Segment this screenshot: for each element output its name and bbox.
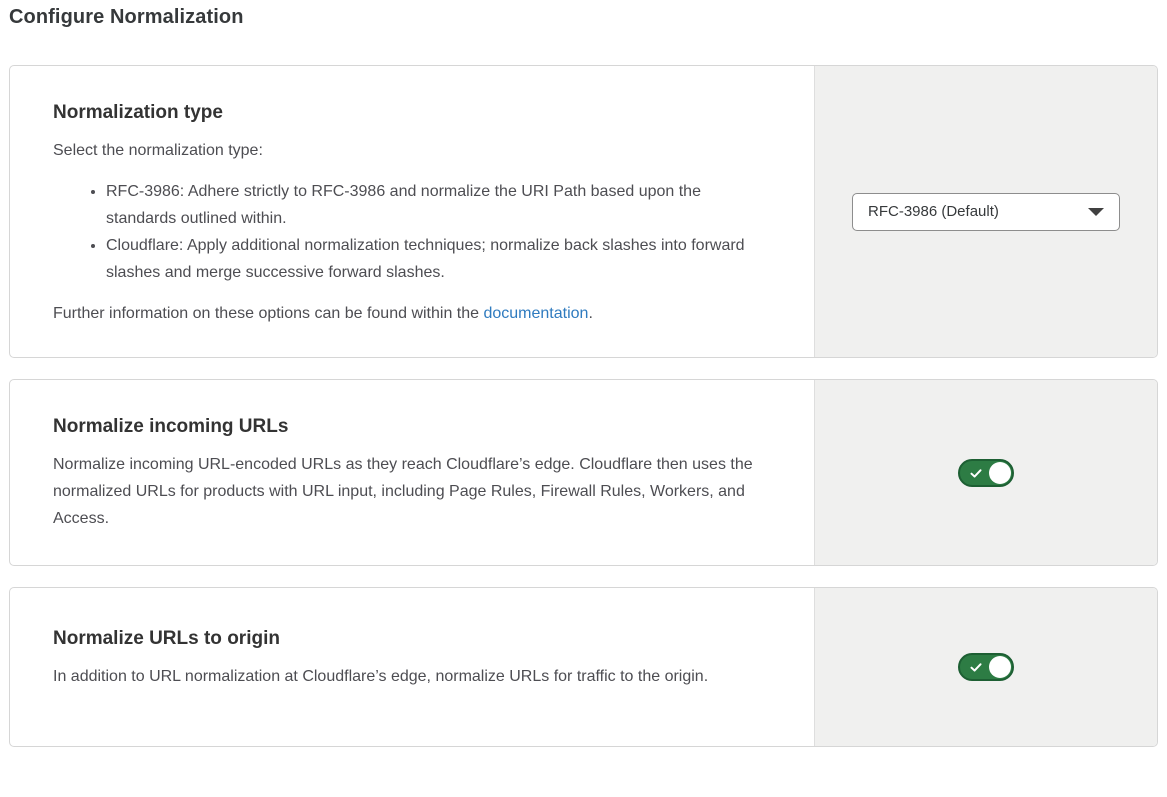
- list-item: Cloudflare: Apply additional normalizati…: [106, 232, 774, 286]
- card-normalize-urls-to-origin-panel: [814, 588, 1157, 746]
- footer-text: Further information on these options can…: [53, 305, 483, 322]
- card-normalize-urls-to-origin: Normalize URLs to origin In addition to …: [9, 587, 1158, 747]
- settings-cards: Normalization type Select the normalizat…: [9, 65, 1158, 747]
- toggle-knob: [989, 656, 1011, 678]
- card-heading: Normalization type: [53, 102, 774, 124]
- card-normalize-incoming-urls: Normalize incoming URLs Normalize incomi…: [9, 379, 1158, 566]
- normalize-urls-to-origin-description: In addition to URL normalization at Clou…: [53, 663, 774, 690]
- card-normalize-urls-to-origin-content: Normalize URLs to origin In addition to …: [10, 588, 814, 746]
- normalization-type-select[interactable]: RFC-3986 (Default): [852, 193, 1120, 231]
- normalization-type-options-list: RFC-3986: Adhere strictly to RFC-3986 an…: [53, 178, 774, 286]
- card-heading: Normalize URLs to origin: [53, 628, 774, 650]
- card-normalization-type-content: Normalization type Select the normalizat…: [10, 66, 814, 357]
- documentation-link[interactable]: documentation: [483, 305, 588, 322]
- check-icon: [970, 469, 982, 478]
- footer-text-suffix: .: [588, 305, 592, 322]
- toggle-knob: [989, 462, 1011, 484]
- normalize-incoming-urls-description: Normalize incoming URL-encoded URLs as t…: [53, 451, 774, 532]
- normalization-type-intro: Select the normalization type:: [53, 137, 774, 164]
- card-normalize-incoming-urls-content: Normalize incoming URLs Normalize incomi…: [10, 380, 814, 565]
- normalize-incoming-urls-toggle[interactable]: [958, 459, 1014, 487]
- card-normalization-type: Normalization type Select the normalizat…: [9, 65, 1158, 358]
- check-icon: [970, 663, 982, 672]
- normalization-type-footer: Further information on these options can…: [53, 300, 774, 327]
- card-heading: Normalize incoming URLs: [53, 416, 774, 438]
- card-normalization-type-panel: RFC-3986 (Default): [814, 66, 1157, 357]
- card-normalize-incoming-urls-panel: [814, 380, 1157, 565]
- configure-normalization-page: Configure Normalization Normalization ty…: [0, 0, 1167, 797]
- normalization-type-select-value: RFC-3986 (Default): [868, 203, 999, 220]
- page-title: Configure Normalization: [9, 6, 1158, 29]
- normalize-urls-to-origin-toggle[interactable]: [958, 653, 1014, 681]
- list-item: RFC-3986: Adhere strictly to RFC-3986 an…: [106, 178, 774, 232]
- caret-down-icon: [1088, 208, 1104, 216]
